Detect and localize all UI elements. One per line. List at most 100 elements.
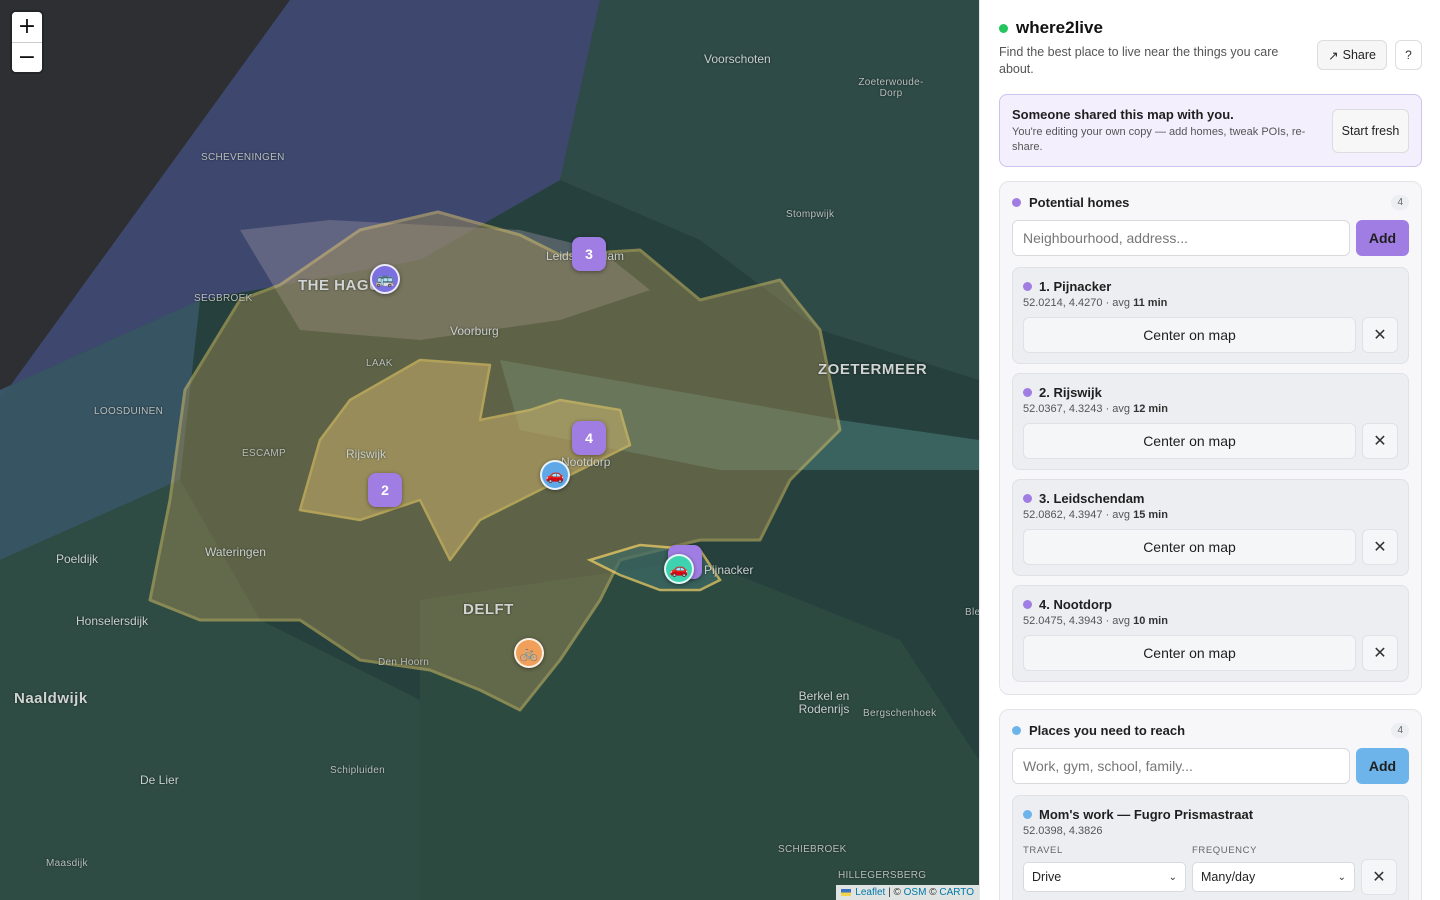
center-on-map-button[interactable]: Center on map — [1023, 423, 1356, 459]
homes-title: Potential homes — [1029, 195, 1130, 210]
place-label: DELFT — [463, 601, 514, 618]
home-avg-time: 15 min — [1133, 509, 1168, 521]
sidebar: where2live Find the best place to live n… — [979, 0, 1440, 900]
avg-prefix: · avg — [1102, 509, 1134, 521]
place-coords: 52.0398, 4.3826 — [1023, 825, 1103, 837]
car-icon[interactable]: 🚗 — [664, 554, 694, 584]
places-count-badge: 4 — [1391, 723, 1409, 738]
home-card-title: 2. Rijswijk — [1023, 385, 1398, 400]
home-avg-time: 10 min — [1133, 615, 1168, 627]
car-icon[interactable]: 🚗 — [540, 460, 570, 490]
map-attribution: Leaflet | © OSM © CARTO — [835, 885, 979, 900]
place-label: Stompwijk — [786, 209, 835, 220]
frequency-select[interactable]: Many/day ⌄ — [1192, 862, 1355, 892]
shared-banner: Someone shared this map with you. You're… — [999, 94, 1422, 167]
place-selects: Drive ⌄ Many/day ⌄ ✕ — [1023, 859, 1398, 895]
place-label: Schipluiden — [330, 765, 386, 776]
frequency-label: FREQUENCY — [1192, 845, 1258, 856]
place-label: Pijnacker — [704, 563, 754, 577]
home-card-title: 3. Leidschendam — [1023, 491, 1398, 506]
add-home-button[interactable]: Add — [1356, 220, 1409, 256]
place-label: Poeldijk — [56, 552, 99, 566]
places-list: Mom's work — Fugro Prismastraat 52.0398, … — [1012, 795, 1409, 900]
map-tiles — [0, 0, 979, 900]
remove-home-button[interactable]: ✕ — [1362, 317, 1398, 353]
place-card-title: Mom's work — Fugro Prismastraat — [1023, 807, 1398, 822]
leaflet-link[interactable]: Leaflet — [855, 887, 885, 898]
place-label: SCHEVENINGEN — [201, 152, 285, 163]
homes-list: 1. Pijnacker 52.0214, 4.4270 · avg 11 min… — [1012, 267, 1409, 682]
place-label: Berkel en Rodenrijs — [798, 689, 850, 716]
home-dot-icon — [1023, 600, 1032, 609]
shared-banner-title: Someone shared this map with you. — [1012, 107, 1234, 122]
center-on-map-button[interactable]: Center on map — [1023, 635, 1356, 671]
bicycle-icon[interactable]: 🚲 — [514, 638, 544, 668]
place-label: ESCAMP — [242, 448, 287, 459]
zoom-in-button[interactable]: + — [12, 12, 42, 42]
remove-home-button[interactable]: ✕ — [1362, 423, 1398, 459]
home-search-input[interactable] — [1012, 220, 1350, 256]
place-label: Honselersdijk — [76, 614, 149, 628]
intro-row: Find the best place to live near the thi… — [999, 40, 1422, 78]
avg-prefix: · avg — [1102, 403, 1134, 415]
home-marker-4[interactable]: 4 — [572, 421, 606, 455]
status-dot-icon — [999, 23, 1008, 33]
remove-place-button[interactable]: ✕ — [1361, 859, 1397, 895]
home-marker-2[interactable]: 2 — [368, 473, 402, 507]
travel-select[interactable]: Drive ⌄ — [1023, 862, 1186, 892]
place-label: SCHIEBROEK — [778, 844, 847, 855]
places-panel: Places you need to reach 4 Add Mom's wor… — [999, 709, 1422, 900]
place-label: Nootdorp — [561, 455, 611, 469]
place-label: Bergschenhoek — [863, 708, 937, 719]
homes-add-row: Add — [1012, 220, 1409, 256]
home-marker-3[interactable]: 3 — [572, 237, 606, 271]
place-search-input[interactable] — [1012, 748, 1350, 784]
top-buttons: ↗ Share ? — [1317, 40, 1422, 70]
center-on-map-button[interactable]: Center on map — [1023, 317, 1356, 353]
home-card: 4. Nootdorp 52.0475, 4.3943 · avg 10 min C… — [1012, 585, 1409, 682]
home-actions: Center on map ✕ — [1023, 529, 1398, 565]
home-coords: 52.0475, 4.3943 — [1023, 615, 1103, 627]
home-card: 3. Leidschendam 52.0862, 4.3947 · avg 15 … — [1012, 479, 1409, 576]
home-actions: Center on map ✕ — [1023, 423, 1398, 459]
tagline: Find the best place to live near the thi… — [999, 45, 1279, 76]
places-dot-icon — [1012, 726, 1021, 735]
remove-home-button[interactable]: ✕ — [1362, 635, 1398, 671]
place-label: LAAK — [366, 358, 393, 369]
places-title: Places you need to reach — [1029, 723, 1186, 738]
zoom-out-button[interactable]: − — [12, 42, 42, 72]
close-icon: ✕ — [1373, 327, 1387, 344]
home-dot-icon — [1023, 388, 1032, 397]
place-label: LOOSDUINEN — [94, 406, 164, 417]
osm-link[interactable]: OSM — [904, 887, 927, 898]
add-place-button[interactable]: Add — [1356, 748, 1409, 784]
home-card: 2. Rijswijk 52.0367, 4.3243 · avg 12 min C… — [1012, 373, 1409, 470]
home-actions: Center on map ✕ — [1023, 317, 1398, 353]
brand: where2live — [999, 18, 1422, 38]
close-icon: ✕ — [1373, 539, 1387, 556]
place-label: HILLEGERSBERG — [838, 870, 927, 881]
shared-banner-text: Someone shared this map with you. You're… — [1012, 107, 1312, 155]
place-name: Mom's work — Fugro Prismastraat — [1039, 807, 1254, 822]
home-card-title: 4. Nootdorp — [1023, 597, 1398, 612]
remove-home-button[interactable]: ✕ — [1362, 529, 1398, 565]
close-icon: ✕ — [1373, 433, 1387, 450]
place-field-labels: TRAVEL FREQUENCY — [1023, 845, 1398, 856]
help-button[interactable]: ? — [1395, 40, 1422, 70]
bus-icon[interactable]: 🚌 — [370, 264, 400, 294]
travel-value: Drive — [1032, 870, 1062, 884]
homes-header: Potential homes 4 — [1012, 195, 1409, 210]
start-fresh-button[interactable]: Start fresh — [1332, 109, 1409, 153]
place-label: De Lier — [140, 773, 179, 787]
carto-link[interactable]: CARTO — [939, 887, 974, 898]
homes-dot-icon — [1012, 198, 1021, 207]
home-card: 1. Pijnacker 52.0214, 4.4270 · avg 11 min… — [1012, 267, 1409, 364]
close-icon: ✕ — [1372, 869, 1386, 886]
place-label: ZOETERMEER — [818, 361, 928, 378]
map[interactable]: + − SCHEVENINGEN THE HAGUE SEGBROEK Voorbur… — [0, 0, 979, 900]
place-label: Maasdijk — [46, 858, 88, 869]
home-card-title: 1. Pijnacker — [1023, 279, 1398, 294]
place-label: Rijswijk — [346, 447, 386, 461]
share-button[interactable]: ↗ Share — [1317, 40, 1387, 70]
center-on-map-button[interactable]: Center on map — [1023, 529, 1356, 565]
